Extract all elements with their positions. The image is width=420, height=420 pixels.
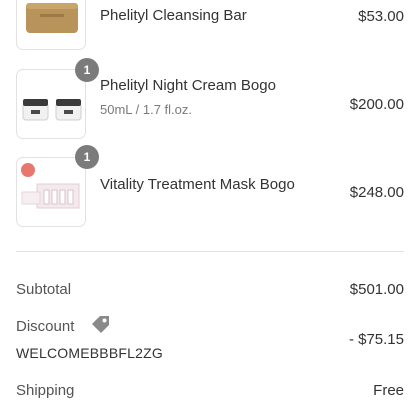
item-price: $200.00 (349, 96, 404, 113)
subtotal-value: $501.00 (349, 281, 404, 298)
item-variant: 50mL / 1.7 fl.oz. (100, 102, 193, 117)
divider (16, 251, 404, 252)
night-cream-image (22, 99, 82, 121)
product-thumbnail (16, 69, 86, 139)
item-price: $53.00 (358, 8, 404, 25)
product-thumbnail (16, 157, 86, 227)
shipping-label: Shipping (16, 382, 75, 399)
item-name: Vitality Treatment Mask Bogo (100, 176, 295, 193)
line-item: 1 Vitality Treatment Mask Bogo $248.00 (0, 145, 420, 240)
shipping-value: Free (373, 382, 404, 399)
treatment-mask-image (21, 163, 80, 209)
line-item: Phelityl Cleansing Bar $53.00 (0, 0, 420, 60)
discount-value: - $75.15 (348, 331, 404, 348)
item-name: Phelityl Cleansing Bar (100, 7, 247, 24)
quantity-badge: 1 (75, 145, 99, 169)
tag-icon (92, 316, 109, 333)
item-price: $248.00 (349, 184, 404, 201)
cleansing-bar-image (26, 3, 78, 33)
line-item: 1 Phelityl Night Cream Bogo 50mL / 1.7 f… (0, 58, 420, 150)
item-name: Phelityl Night Cream Bogo (100, 77, 276, 94)
discount-code: WELCOMEBBBFL2ZG (16, 345, 163, 361)
quantity-badge: 1 (75, 58, 99, 82)
product-thumbnail (16, 0, 86, 50)
subtotal-label: Subtotal (16, 281, 72, 298)
discount-label: Discount (16, 318, 75, 335)
